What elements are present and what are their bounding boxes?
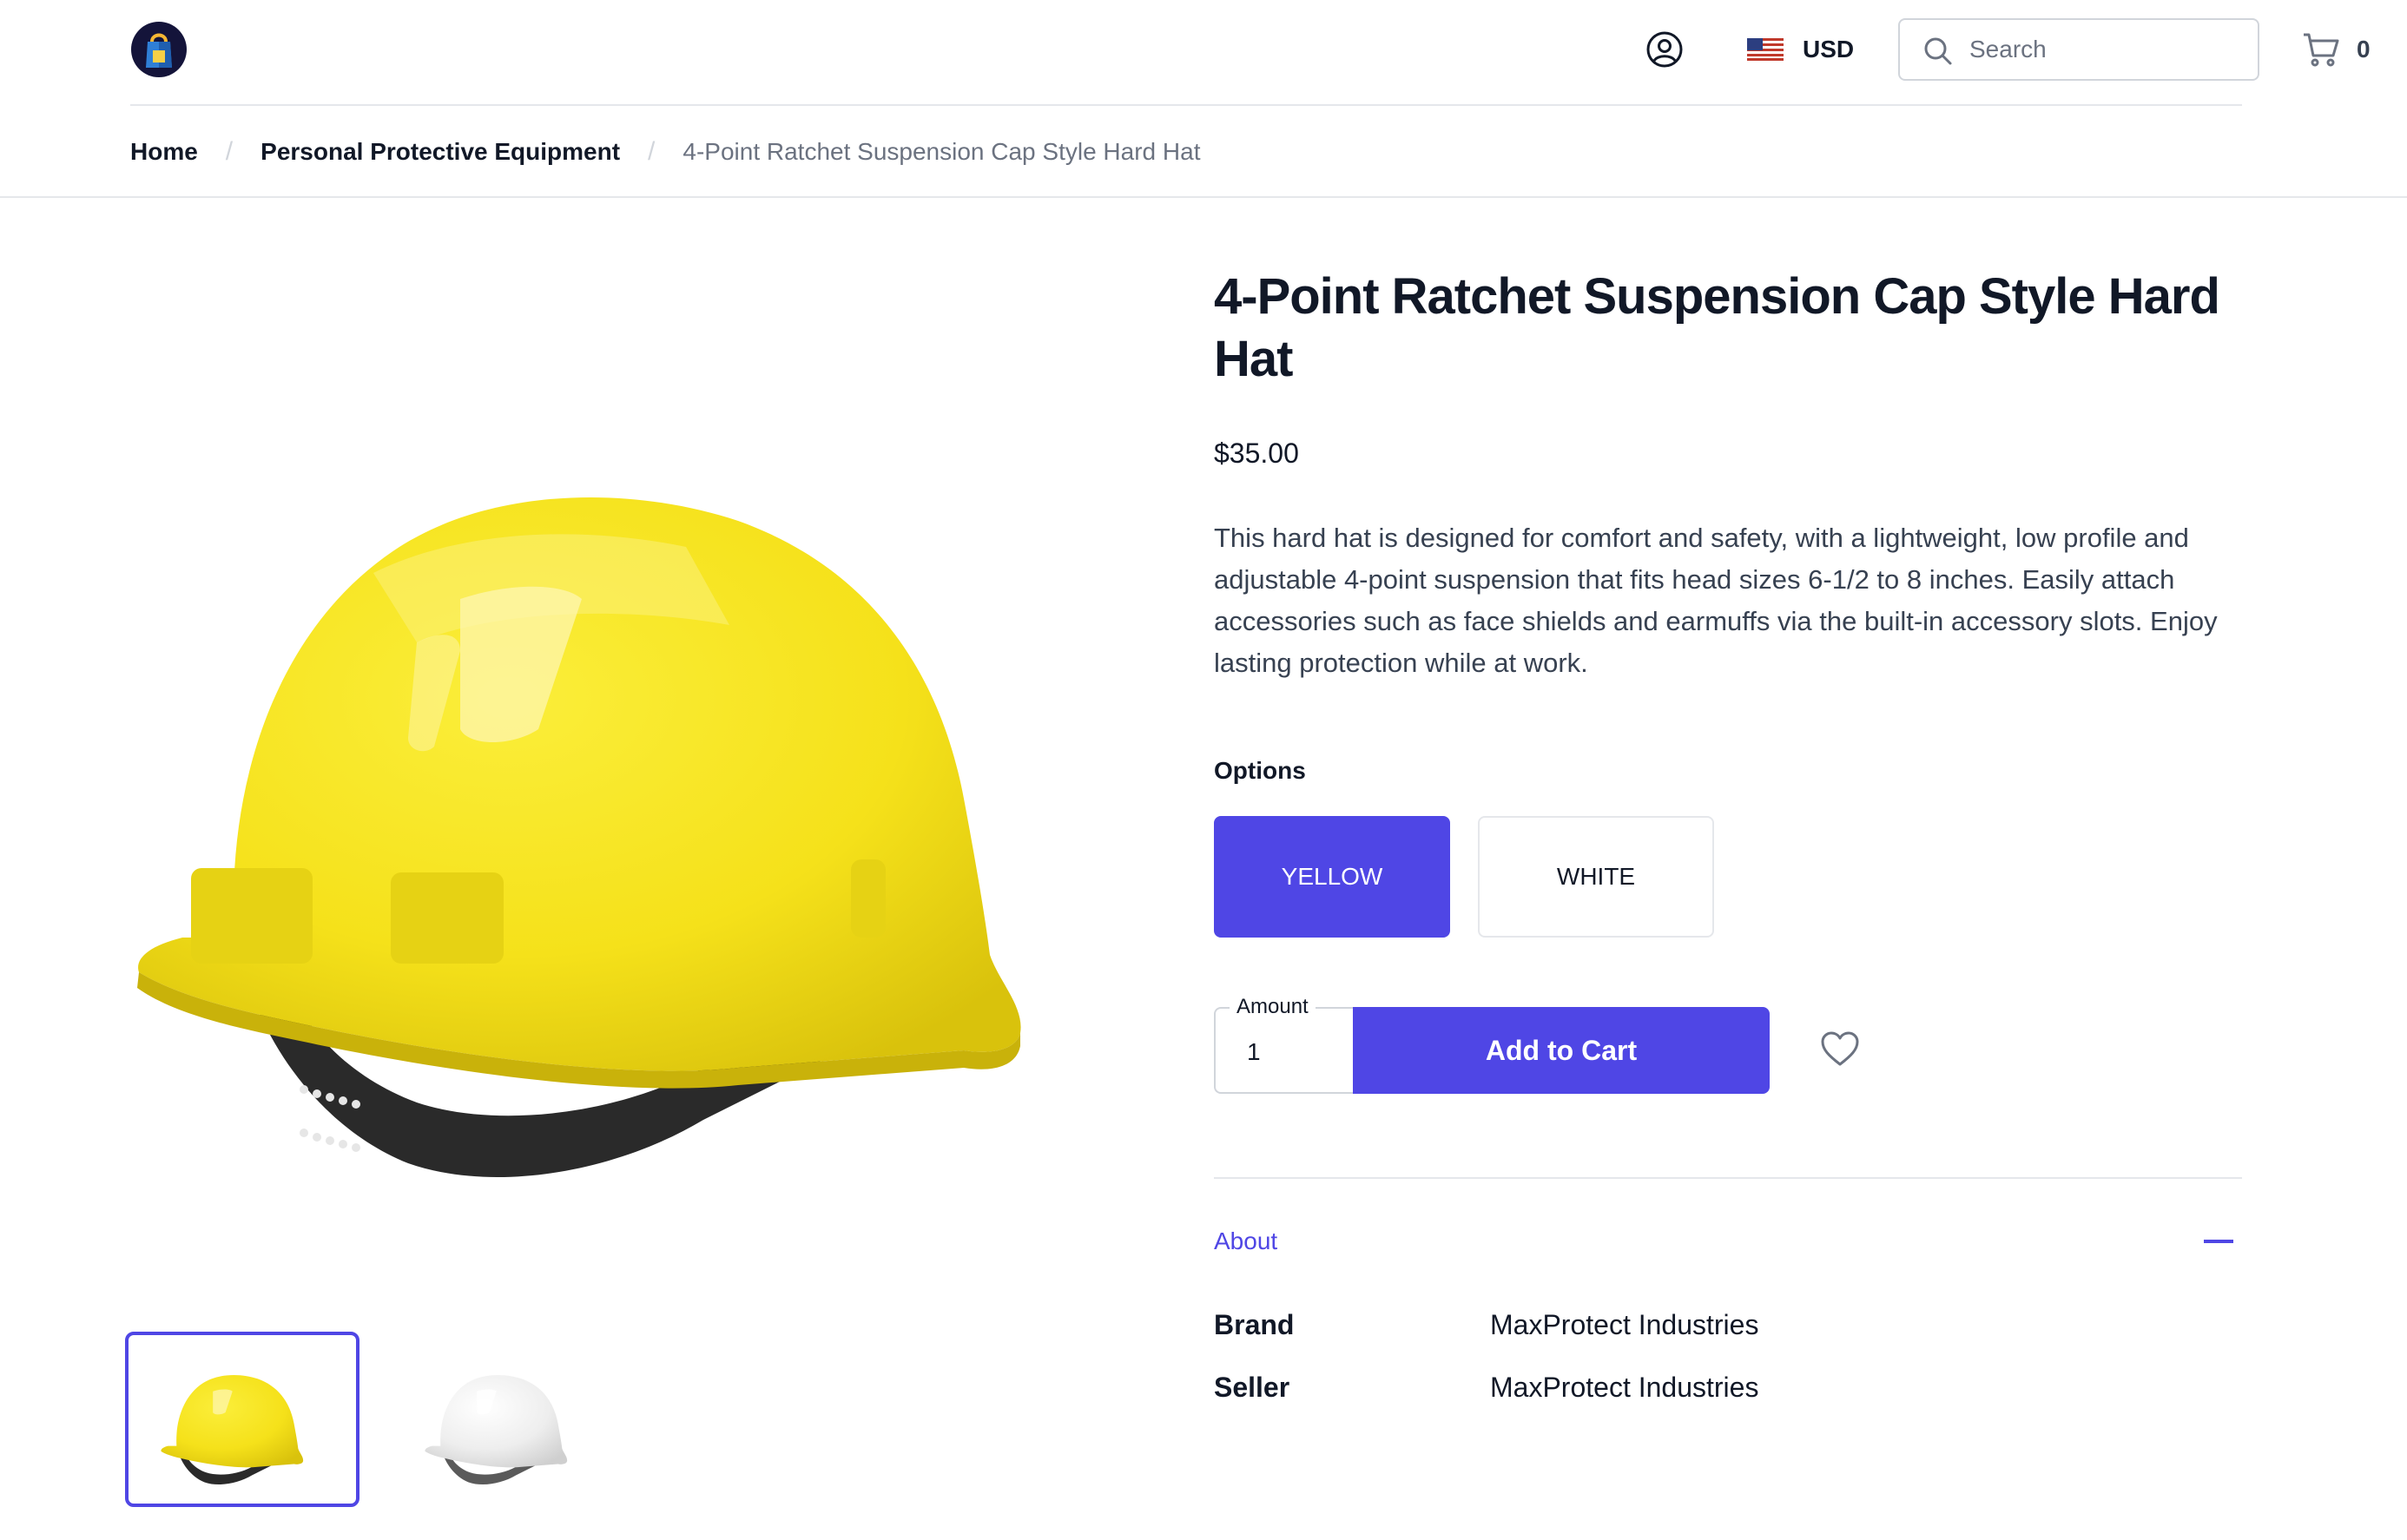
product-title: 4-Point Ratchet Suspension Cap Style Har… (1214, 268, 2220, 387)
add-to-cart-button[interactable]: Add to Cart (1353, 1007, 1770, 1094)
breadcrumb-current: 4-Point Ratchet Suspension Cap Style Har… (683, 138, 1201, 165)
option-white-button[interactable]: WHITE (1478, 816, 1714, 938)
spec-row-brand: Brand MaxProtect Industries (1214, 1309, 1758, 1341)
breadcrumb-separator: / (648, 137, 656, 166)
thumbnail-white[interactable] (389, 1332, 623, 1507)
cart-count: 0 (2357, 36, 2371, 63)
amount-input[interactable] (1247, 1035, 1334, 1069)
spec-key: Seller (1214, 1372, 1290, 1403)
hard-hat-yellow-thumbnail (161, 1374, 304, 1485)
product-price: $35.00 (1214, 438, 1299, 469)
amount-field[interactable]: Amount (1214, 995, 1353, 1094)
options-label: Options (1214, 757, 1306, 784)
search-box[interactable] (1898, 18, 2259, 81)
thumbnail-yellow[interactable] (125, 1332, 359, 1507)
breadcrumb: Home / Personal Protective Equipment / 4… (130, 137, 1200, 167)
product-main-image (137, 497, 1021, 1177)
breadcrumb-separator: / (225, 137, 234, 166)
site-header: USD 0 (130, 0, 2371, 106)
heart-icon[interactable] (1820, 1030, 1860, 1069)
about-section-toggle[interactable]: About (1214, 1227, 1277, 1255)
currency-label: USD (1803, 36, 1855, 63)
product-page: USD 0 Home / Personal Protective Equipme… (0, 0, 2407, 1540)
us-flag-icon (1747, 38, 1784, 61)
search-input[interactable] (1969, 30, 2247, 69)
breadcrumb-bar: Home / Personal Protective Equipment / 4… (0, 108, 2407, 198)
breadcrumb-home[interactable]: Home (130, 138, 198, 166)
hard-hat-white-thumbnail (425, 1374, 568, 1485)
amount-label: Amount (1230, 995, 1316, 1019)
product-description: This hard hat is designed for comfort an… (1214, 523, 2218, 678)
currency-selector[interactable]: USD (1747, 31, 1854, 68)
minus-icon[interactable] (2204, 1240, 2233, 1243)
cart-button[interactable]: 0 (2301, 30, 2371, 69)
search-icon (1924, 37, 1952, 65)
user-circle-icon[interactable] (1645, 30, 1685, 69)
spec-value: MaxProtect Industries (1490, 1309, 1759, 1340)
option-yellow-button[interactable]: YELLOW (1214, 816, 1450, 938)
section-divider (1214, 1177, 2242, 1179)
shopping-cart-icon (2304, 33, 2339, 67)
spec-row-seller: Seller MaxProtect Industries (1214, 1372, 1758, 1404)
breadcrumb-category[interactable]: Personal Protective Equipment (260, 138, 620, 166)
spec-key: Brand (1214, 1309, 1295, 1340)
store-logo[interactable] (130, 21, 188, 78)
spec-value: MaxProtect Industries (1490, 1372, 1759, 1403)
